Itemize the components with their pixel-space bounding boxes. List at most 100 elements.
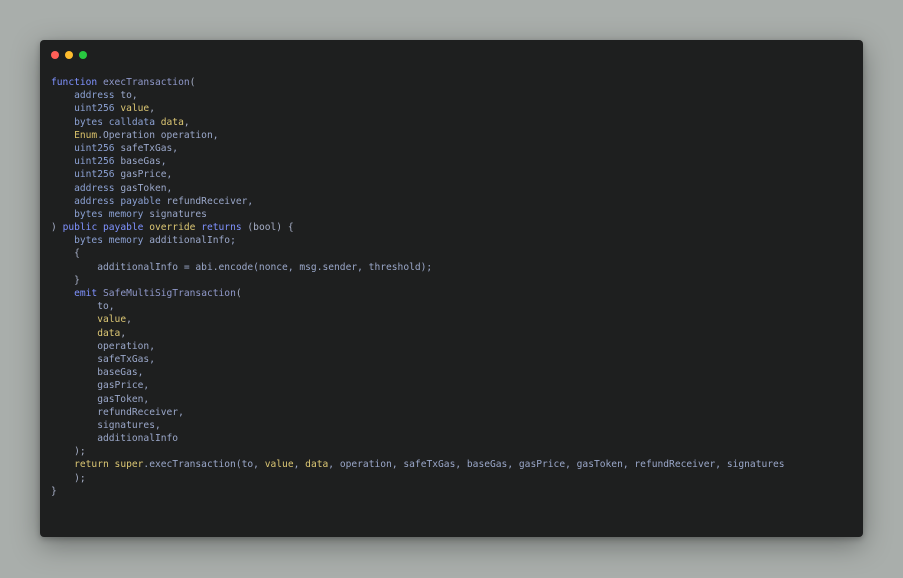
- code-line: data,: [51, 327, 785, 340]
- code-token: ,: [293, 459, 306, 471]
- code-token: );: [74, 472, 86, 484]
- code-line: safeTxGas,: [51, 353, 785, 366]
- code-line: }: [51, 274, 785, 287]
- code-line: return super.execTransaction(to, value , …: [51, 458, 784, 471]
- code-token: value: [97, 314, 127, 326]
- code-token: address: [74, 90, 121, 102]
- code-line: address gasToken,: [51, 182, 785, 195]
- code-line: }: [51, 485, 785, 498]
- code-token: signatures: [149, 208, 207, 220]
- code-token: }: [51, 485, 57, 497]
- code-token: value: [120, 103, 150, 115]
- code-token: .Operation operation,: [97, 129, 219, 141]
- code-line: additionalInfo: [51, 432, 785, 445]
- code-token: gasPrice,: [120, 169, 173, 181]
- code-token: (: [189, 77, 196, 88]
- code-line: additionalInfo = abi.encode(nonce, msg.s…: [51, 261, 785, 274]
- code-token: data: [305, 459, 329, 471]
- code-token: uint256: [74, 103, 121, 115]
- code-token: ,: [126, 314, 132, 326]
- code-token: gasToken,: [51, 393, 150, 405]
- code-token: uint256: [74, 142, 121, 154]
- code-token: value: [264, 459, 294, 471]
- code-token: ,: [120, 327, 127, 339]
- code-line: );: [51, 472, 785, 485]
- code-token: safeTxGas,: [51, 353, 155, 365]
- code-token: address payable: [74, 195, 167, 207]
- code-line: );: [51, 445, 785, 458]
- code-token: gasToken,: [120, 182, 173, 194]
- code-token: refundReceiver,: [166, 195, 254, 207]
- code-token: data: [97, 327, 121, 339]
- code-line: uint256 gasPrice,: [51, 168, 785, 181]
- code-line: uint256 value,: [51, 102, 785, 115]
- code-token: returns: [195, 222, 248, 234]
- code-line: gasToken,: [51, 393, 785, 406]
- code-token: (: [235, 288, 242, 299]
- code-token: ,: [149, 103, 155, 115]
- code-token: execTransaction: [102, 77, 190, 88]
- code-line: emit SafeMultiSigTransaction(: [51, 287, 785, 300]
- code-line: operation,: [51, 340, 785, 353]
- code-line: bytes calldata data,: [51, 116, 785, 129]
- code-token: address: [74, 182, 121, 194]
- code-token: gasPrice,: [51, 380, 150, 392]
- code-line: address to,: [51, 89, 785, 102]
- window-titlebar: [40, 40, 863, 70]
- code-line: {: [51, 247, 785, 260]
- code-token: to,: [51, 301, 115, 313]
- code-block: function execTransaction( address to, ui…: [51, 76, 785, 498]
- code-line: ) public payable override returns (bool)…: [51, 221, 785, 234]
- code-line: address payable refundReceiver,: [51, 195, 785, 208]
- code-line: signatures,: [51, 419, 785, 432]
- code-window: function execTransaction( address to, ui…: [40, 40, 863, 537]
- code-token: bytes calldata: [74, 116, 161, 128]
- code-token: safeTxGas,: [120, 142, 179, 154]
- code-token: baseGas,: [51, 367, 144, 379]
- code-line: bytes memory signatures: [51, 208, 785, 221]
- code-token: ,: [183, 116, 190, 128]
- code-token: override: [149, 222, 196, 234]
- code-token: .execTransaction(to,: [143, 459, 265, 471]
- code-token: bytes memory: [74, 208, 150, 220]
- code-token: }: [74, 274, 80, 286]
- code-token: );: [74, 446, 86, 458]
- code-token: signatures,: [51, 419, 161, 431]
- code-line: refundReceiver,: [51, 406, 785, 419]
- code-token: bytes memory: [74, 235, 150, 247]
- code-token: operation,: [51, 340, 155, 352]
- code-line: Enum.Operation operation,: [51, 129, 785, 142]
- maximize-window-button[interactable]: [79, 51, 87, 59]
- code-token: uint256: [74, 156, 121, 168]
- code-token: ): [51, 222, 63, 234]
- minimize-window-button[interactable]: [65, 51, 73, 59]
- code-token: to,: [120, 90, 138, 102]
- code-line: value,: [51, 313, 785, 326]
- code-token: additionalInfo = abi.encode(nonce, msg.s…: [51, 261, 433, 273]
- code-line: uint256 baseGas,: [51, 155, 785, 168]
- code-token: refundReceiver,: [51, 406, 184, 418]
- code-token: Enum: [74, 129, 98, 141]
- code-token: (bool) {: [247, 222, 294, 234]
- code-line: baseGas,: [51, 366, 785, 379]
- code-token: {: [74, 248, 80, 260]
- code-line: to,: [51, 300, 785, 313]
- close-window-button[interactable]: [51, 51, 59, 59]
